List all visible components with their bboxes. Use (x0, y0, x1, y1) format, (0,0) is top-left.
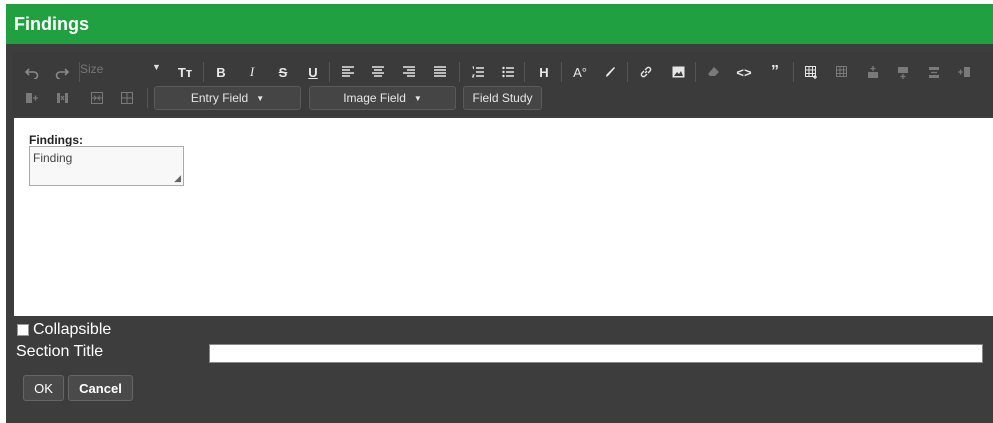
column-insert-left-icon[interactable] (956, 62, 972, 82)
align-center-icon[interactable] (370, 62, 386, 82)
image-field-dropdown[interactable]: Image Field ▼ (309, 86, 456, 110)
toolbar-divider (459, 62, 460, 82)
column-insert-right-icon[interactable] (23, 88, 39, 108)
image-icon[interactable] (670, 62, 686, 82)
field-study-button[interactable]: Field Study (463, 86, 542, 110)
toolbar-divider (793, 62, 794, 82)
strikethrough-icon[interactable]: S (275, 62, 291, 82)
eraser-icon[interactable] (705, 62, 721, 82)
chevron-down-icon: ▼ (152, 62, 161, 72)
highlighter-icon[interactable] (602, 62, 618, 82)
findings-textarea[interactable]: Finding ◢ (29, 146, 184, 186)
row-delete-icon[interactable] (926, 62, 942, 82)
chevron-down-icon: ▼ (413, 93, 422, 103)
editor-content-area[interactable]: Findings: Finding ◢ (14, 118, 993, 316)
link-icon[interactable] (638, 62, 654, 82)
dialog-title: Findings (14, 14, 89, 34)
column-delete-icon[interactable] (54, 88, 70, 108)
ok-button[interactable]: OK (23, 375, 64, 401)
toolbar-divider (329, 62, 330, 82)
toolbar-divider (524, 62, 525, 82)
font-size-select[interactable]: Size (80, 62, 103, 76)
findings-textarea-value: Finding (33, 151, 73, 165)
font-color-icon[interactable]: A° (570, 62, 590, 82)
toolbar-divider (561, 62, 562, 82)
entry-field-dropdown[interactable]: Entry Field ▼ (154, 86, 301, 110)
dialog-title-bar: Findings (6, 4, 993, 44)
image-field-label: Image Field (343, 91, 406, 105)
row-insert-above-icon[interactable] (865, 62, 881, 82)
resize-handle-icon[interactable]: ◢ (174, 173, 181, 184)
redo-icon[interactable] (54, 62, 70, 82)
table-delete-icon[interactable] (834, 62, 850, 82)
bold-icon[interactable]: B (213, 62, 229, 82)
align-right-icon[interactable] (401, 62, 417, 82)
undo-icon[interactable] (24, 62, 40, 82)
underline-icon[interactable]: U (305, 62, 321, 82)
toolbar-divider (695, 62, 696, 82)
code-icon[interactable]: <> (736, 62, 752, 82)
chevron-down-icon: ▼ (256, 93, 265, 103)
align-left-icon[interactable] (340, 62, 356, 82)
cancel-button[interactable]: Cancel (68, 375, 133, 401)
text-size-icon[interactable]: Tт (175, 62, 195, 82)
section-title-label: Section Title (16, 343, 104, 360)
toolbar-divider (627, 62, 628, 82)
entry-field-label: Entry Field (190, 91, 249, 105)
collapsible-option[interactable]: Collapsible (17, 321, 111, 339)
ordered-list-icon[interactable] (470, 62, 486, 82)
toolbar-divider (147, 88, 148, 108)
bullet-list-icon[interactable] (500, 62, 516, 82)
insert-table-icon[interactable] (803, 62, 819, 82)
heading-icon[interactable]: H (536, 62, 552, 82)
toolbar-divider (203, 62, 204, 82)
quote-icon[interactable]: ” (767, 62, 783, 82)
findings-field-label: Findings: (29, 133, 83, 147)
align-justify-icon[interactable] (432, 62, 448, 82)
collapsible-label: Collapsible (33, 321, 112, 338)
merge-cells-icon[interactable] (89, 88, 105, 108)
split-cells-icon[interactable] (119, 88, 135, 108)
italic-icon[interactable]: I (244, 62, 260, 82)
section-title-input[interactable] (209, 344, 983, 363)
row-insert-below-icon[interactable] (895, 62, 911, 82)
collapsible-checkbox[interactable] (17, 324, 29, 336)
